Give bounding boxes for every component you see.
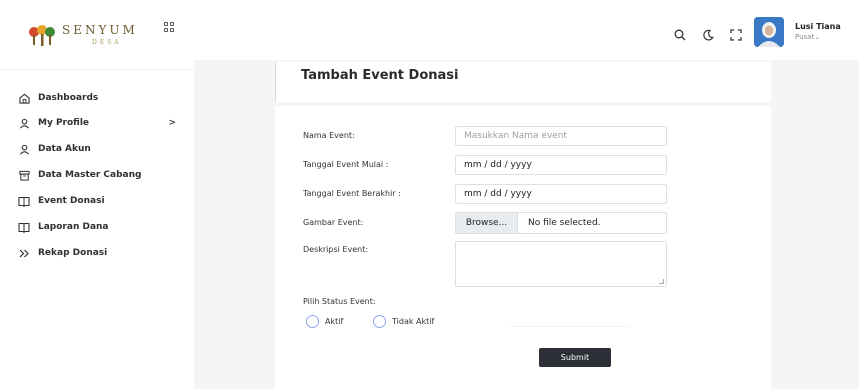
sidebar-item-label: Event Donasi [38,196,105,206]
double-chevron-icon [18,247,30,259]
status-tidak-aktif-option[interactable]: Tidak Aktif [373,314,434,328]
nama-event-label: Nama Event: [303,131,355,140]
sidebar-item-label: Laporan Dana [38,222,109,232]
tanggal-mulai-input[interactable]: mm / dd / yyyy [455,155,667,175]
home-icon [18,92,30,104]
book-icon [18,221,30,233]
radio-label: Tidak Aktif [392,316,435,326]
archive-icon [18,169,30,181]
sidebar: SENYUM DESA Dashboards My Profile > Data… [0,0,194,389]
browse-button[interactable]: Browse... [456,213,518,233]
event-form: Nama Event: Masukkan Nama event Tanggal … [275,106,771,389]
deskripsi-event-textarea[interactable] [455,241,667,287]
logo-area: SENYUM DESA [0,0,194,70]
sidebar-item-rekap-donasi[interactable]: Rekap Donasi [18,243,178,263]
sidebar-item-label: Dashboards [38,93,99,103]
brand-name: SENYUM [62,23,138,37]
user-role-dropdown[interactable]: Pusat⌄ [795,33,820,41]
chevron-right-icon: > [168,118,176,128]
sidebar-item-event-donasi[interactable]: Event Donasi [18,191,178,211]
tanggal-berakhir-input[interactable]: mm / dd / yyyy [455,184,667,204]
tanggal-berakhir-label: Tanggal Event Berakhir : [303,189,401,198]
sidebar-item-label: Data Master Cabang [38,170,142,180]
user-avatar-image [754,17,784,47]
status-event-label: Pilih Status Event: [303,297,376,306]
sidebar-item-data-master-cabang[interactable]: Data Master Cabang [18,165,178,185]
divider [511,326,629,327]
moon-icon[interactable] [702,29,714,41]
tanggal-mulai-label: Tanggal Event Mulai : [303,160,389,169]
topbar: Lusi Tiana Pusat⌄ [194,0,859,60]
page-title: Tambah Event Donasi [301,68,459,83]
grid-menu-icon[interactable] [164,22,174,32]
book-icon [18,195,30,207]
radio-aktif[interactable] [306,314,319,328]
sidebar-item-dashboards[interactable]: Dashboards [18,88,178,108]
avatar[interactable] [754,17,784,47]
fullscreen-icon[interactable] [730,29,742,41]
submit-button[interactable]: Submit [539,348,611,367]
sidebar-item-data-akun[interactable]: Data Akun [18,139,178,159]
user-icon [18,143,30,155]
file-status-text: No file selected. [528,218,601,228]
status-aktif-option[interactable]: Aktif [306,314,343,328]
radio-tidak-aktif[interactable] [373,314,386,328]
gambar-event-label: Gambar Event: [303,218,364,227]
sidebar-item-label: My Profile [38,118,90,128]
sidebar-item-my-profile[interactable]: My Profile > [18,113,178,133]
sidebar-item-label: Data Akun [38,144,91,154]
brand-subtitle: DESA [92,39,122,46]
nama-event-input[interactable]: Masukkan Nama event [455,126,667,146]
user-icon [18,117,30,129]
resize-handle-icon[interactable] [659,279,664,284]
sidebar-item-label: Rekap Donasi [38,248,108,258]
radio-label: Aktif [325,316,344,326]
search-icon[interactable] [674,29,686,41]
gambar-event-file-input[interactable]: Browse... No file selected. [455,212,667,234]
sidebar-item-laporan-dana[interactable]: Laporan Dana [18,217,178,237]
tree-logo-icon [29,25,55,46]
user-name: Lusi Tiana [795,22,841,31]
deskripsi-event-label: Deskripsi Event: [303,245,369,254]
card-header: Tambah Event Donasi [275,62,771,102]
